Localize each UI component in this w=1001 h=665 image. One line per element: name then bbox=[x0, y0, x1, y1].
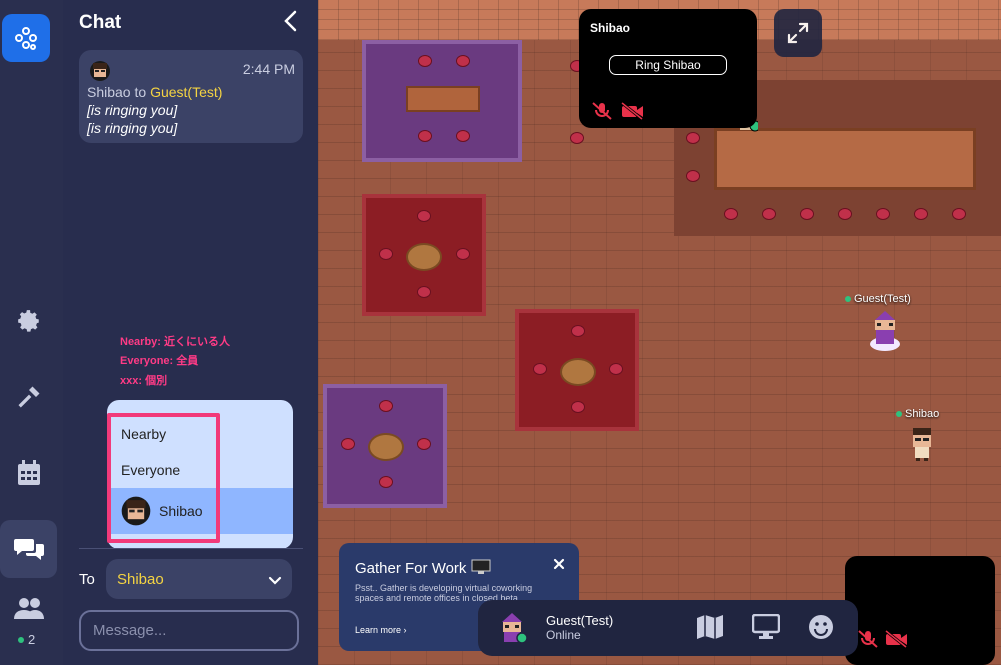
stool bbox=[914, 208, 928, 220]
calendar-icon[interactable] bbox=[0, 444, 57, 502]
promo-title: Gather For Work bbox=[355, 559, 491, 577]
divider bbox=[79, 548, 303, 549]
stool bbox=[533, 363, 547, 375]
stool bbox=[341, 438, 355, 450]
message-sender: Shibao bbox=[87, 84, 131, 100]
close-icon[interactable] bbox=[553, 557, 565, 575]
emoji-icon[interactable] bbox=[808, 614, 834, 645]
recipient-select[interactable]: Shibao bbox=[106, 559, 292, 599]
stool bbox=[456, 248, 470, 260]
table bbox=[560, 358, 596, 386]
stool bbox=[571, 325, 585, 337]
stool bbox=[379, 400, 393, 412]
stool bbox=[876, 208, 890, 220]
chat-message: 2:44 PM Shibao to Guest(Test) [is ringin… bbox=[79, 50, 303, 143]
stool bbox=[800, 208, 814, 220]
stool bbox=[456, 130, 470, 142]
stool bbox=[417, 210, 431, 222]
online-count: 2 bbox=[28, 632, 36, 647]
stool bbox=[418, 130, 432, 142]
stool bbox=[724, 208, 738, 220]
stool bbox=[417, 438, 431, 450]
player-avatar-guest[interactable] bbox=[868, 310, 902, 352]
sidebar-rail: 2 bbox=[0, 0, 63, 665]
message-time: 2:44 PM bbox=[242, 61, 295, 77]
counter bbox=[714, 128, 976, 190]
message-line: [is ringing you] bbox=[87, 120, 178, 136]
to-label: To bbox=[79, 571, 95, 588]
stool bbox=[686, 132, 700, 144]
online-dot bbox=[18, 637, 24, 643]
message-input[interactable] bbox=[79, 610, 299, 651]
table bbox=[406, 243, 442, 271]
stool bbox=[456, 55, 470, 67]
promo-link[interactable]: Learn more › bbox=[355, 625, 407, 635]
collapse-chevron-icon[interactable] bbox=[281, 10, 301, 37]
stool bbox=[379, 248, 393, 260]
table bbox=[368, 433, 404, 461]
screen-share-icon[interactable] bbox=[751, 613, 781, 645]
message-line: [is ringing you] bbox=[87, 102, 178, 118]
stool bbox=[686, 170, 700, 182]
camera-off-icon[interactable] bbox=[621, 101, 645, 126]
panel-title: Chat bbox=[79, 12, 122, 33]
chat-icon[interactable] bbox=[0, 520, 57, 578]
self-video-tile bbox=[845, 556, 995, 665]
recipient-select-value: Shibao bbox=[117, 571, 164, 588]
avatar bbox=[89, 60, 111, 87]
annotation-note: xxx: 個別 bbox=[120, 375, 168, 387]
monitor-icon bbox=[471, 559, 491, 574]
table bbox=[406, 86, 480, 112]
hammer-icon[interactable] bbox=[0, 368, 57, 426]
video-tile: Shibao Ring Shibao bbox=[579, 9, 757, 128]
player-name-tag: Shibao bbox=[896, 408, 939, 420]
stool bbox=[838, 208, 852, 220]
gear-icon[interactable] bbox=[0, 292, 57, 350]
self-name: Guest(Test) bbox=[546, 613, 614, 628]
mic-off-icon[interactable] bbox=[857, 629, 879, 654]
stool bbox=[570, 132, 584, 144]
annotation-note: Everyone: 全員 bbox=[120, 355, 199, 367]
stool bbox=[379, 476, 393, 488]
mic-off-icon[interactable] bbox=[591, 101, 613, 126]
annotation-note: Nearby: 近くにいる人 bbox=[120, 336, 231, 348]
message-recipient: Guest(Test) bbox=[150, 84, 223, 100]
stool bbox=[418, 55, 432, 67]
stool bbox=[952, 208, 966, 220]
player-name-tag: Guest(Test) bbox=[845, 293, 911, 305]
highlight-frame bbox=[107, 413, 220, 543]
map-icon[interactable] bbox=[696, 614, 724, 645]
gather-logo-icon[interactable] bbox=[2, 14, 50, 62]
stool bbox=[762, 208, 776, 220]
chevron-down-icon bbox=[268, 573, 282, 591]
chat-panel: Chat 2:44 PM Shibao to Guest(Test) [is r… bbox=[63, 0, 318, 665]
player-avatar-shibao[interactable] bbox=[908, 426, 936, 462]
expand-icon bbox=[787, 22, 809, 44]
video-name: Shibao bbox=[590, 21, 631, 35]
bottom-bar: Guest(Test) Online bbox=[478, 600, 858, 656]
expand-button[interactable] bbox=[774, 9, 822, 57]
stool bbox=[571, 401, 585, 413]
self-status: Online bbox=[546, 628, 581, 642]
ring-button[interactable]: Ring Shibao bbox=[609, 55, 727, 75]
message-header: Shibao to Guest(Test) bbox=[87, 84, 222, 100]
stool bbox=[609, 363, 623, 375]
avatar[interactable] bbox=[498, 612, 528, 649]
people-icon[interactable] bbox=[0, 586, 57, 630]
message-to-word: to bbox=[134, 84, 147, 100]
camera-off-icon[interactable] bbox=[885, 629, 909, 654]
stool bbox=[417, 286, 431, 298]
